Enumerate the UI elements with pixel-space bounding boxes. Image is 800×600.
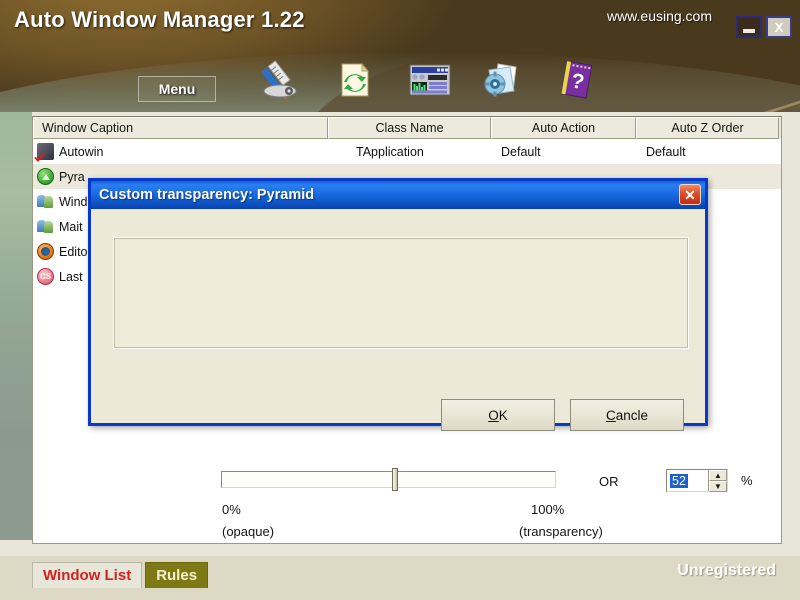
percent-value: 52 [670, 473, 688, 488]
cancel-button[interactable]: Cancle [570, 399, 684, 431]
button-label: OK [488, 407, 508, 423]
percent-spinner[interactable]: 52 ▲ ▼ [666, 469, 728, 492]
green-icon [37, 168, 54, 185]
cell-auto-z-order: Default [646, 144, 686, 159]
slider-max-label: 100% [531, 502, 565, 517]
transparency-group-panel [113, 237, 689, 349]
toolbar: ? [258, 58, 598, 102]
autowin-icon [37, 143, 54, 160]
pencil-ruler-icon[interactable] [258, 58, 302, 102]
table-row[interactable]: Autowin TApplication Default Default [33, 139, 781, 164]
window-caption-text: Mait [59, 219, 83, 234]
pink-icon [37, 268, 54, 285]
or-label: OR [599, 474, 619, 489]
left-accent-gutter [0, 112, 32, 560]
tab-rules[interactable]: Rules [145, 562, 209, 588]
column-header-auto-action[interactable]: Auto Action [491, 117, 636, 139]
menu-button[interactable]: Menu [138, 76, 216, 102]
dialog-title-bar[interactable]: Custom transparency: Pyramid ✕ [91, 181, 705, 209]
window-controls: X [736, 16, 792, 38]
column-header-auto-z-order[interactable]: Auto Z Order [636, 117, 779, 139]
slider-track[interactable] [221, 471, 556, 488]
spinner-arrows: ▲ ▼ [708, 470, 727, 492]
gear-folder-icon[interactable] [480, 58, 524, 102]
website-url-label: www.eusing.com [606, 8, 712, 24]
spinner-up-icon[interactable]: ▲ [709, 470, 727, 481]
tab-window-list[interactable]: Window List [32, 562, 143, 588]
percent-symbol-label: % [741, 473, 753, 488]
cell-class-name: TApplication [356, 144, 424, 159]
document-refresh-icon[interactable] [332, 58, 376, 102]
window-panel-icon[interactable] [406, 58, 451, 102]
dialog-body: OR 52 ▲ ▼ % 0% (opaque) 100% (transparen… [91, 209, 753, 539]
minimize-button[interactable] [736, 16, 762, 38]
window-caption-text: Edito [59, 244, 88, 259]
app-header-banner: Auto Window Manager 1.22 www.eusing.com … [0, 0, 800, 112]
slider-min-sublabel: (opaque) [222, 524, 275, 539]
slider-thumb[interactable] [392, 468, 399, 491]
slider-max-sublabel: (transparency) [519, 524, 603, 539]
custom-transparency-dialog: Custom transparency: Pyramid ✕ OR 52 ▲ ▼… [88, 178, 753, 539]
people-icon [37, 218, 54, 235]
button-label: Cancle [605, 407, 649, 423]
cell-window-caption: Autowin [33, 143, 328, 160]
window-caption-text: Pyra [59, 169, 85, 184]
window-caption-text: Autowin [59, 144, 104, 159]
slider-min-label: 0% [222, 502, 241, 517]
column-header-class-name[interactable]: Class Name [328, 117, 491, 139]
window-caption-text: Last [59, 269, 83, 284]
cell-auto-action: Default [501, 144, 541, 159]
table-header-row: Window Caption Class Name Auto Action Au… [33, 117, 781, 139]
column-header-window-caption[interactable]: Window Caption [33, 117, 328, 139]
dialog-close-icon[interactable]: ✕ [679, 184, 701, 205]
people-icon [37, 193, 54, 210]
window-caption-text: Wind [59, 194, 88, 209]
fox-icon [37, 243, 54, 260]
close-button[interactable]: X [766, 16, 792, 38]
registration-status-badge: Unregistered [677, 562, 776, 579]
ok-button[interactable]: OK [441, 399, 555, 431]
tab-bar: Window List Rules [32, 562, 209, 588]
page-title: Auto Window Manager 1.22 [14, 7, 305, 32]
spinner-down-icon[interactable]: ▼ [709, 481, 727, 492]
percent-input[interactable]: 52 [667, 470, 708, 491]
help-book-icon[interactable]: ? [554, 58, 598, 102]
transparency-slider[interactable] [221, 468, 556, 491]
application-window: Auto Window Manager 1.22 www.eusing.com … [0, 0, 800, 600]
right-accent-gutter [782, 112, 800, 560]
dialog-title: Custom transparency: Pyramid [99, 187, 315, 203]
